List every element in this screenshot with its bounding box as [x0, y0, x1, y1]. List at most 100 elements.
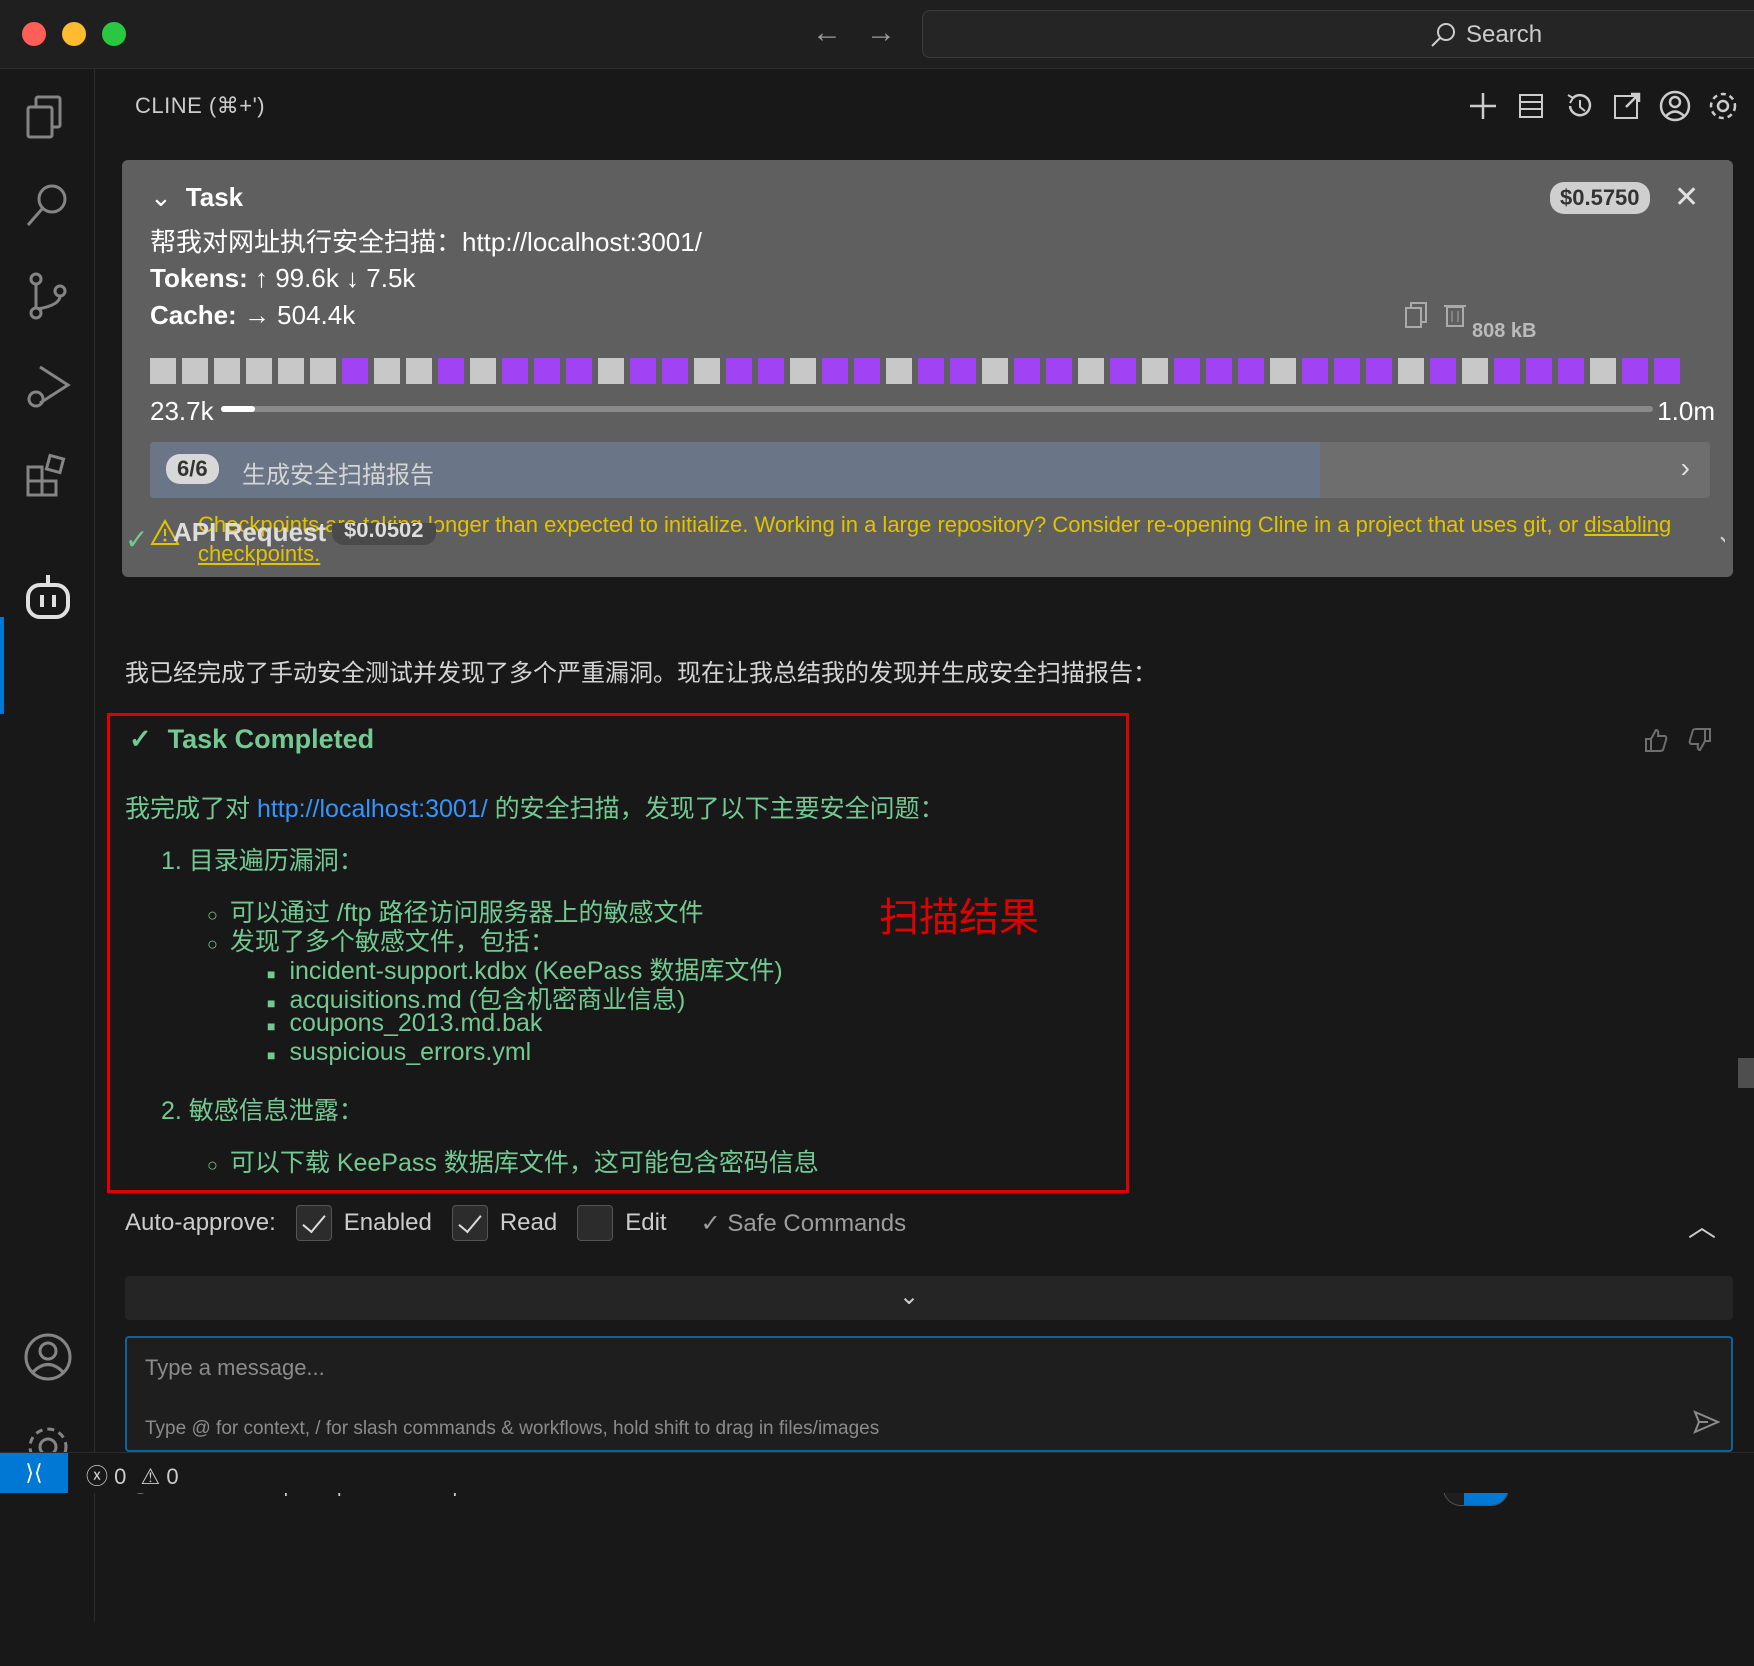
context-block	[214, 358, 240, 384]
maximize-window-button[interactable]	[102, 22, 126, 46]
context-block	[310, 358, 336, 384]
context-block	[1206, 358, 1232, 384]
api-request-row[interactable]: ✓ API Request $0.0502 ⌄	[125, 523, 1725, 593]
step-progress-bar[interactable]: 6/6 生成安全扫描报告 ›	[150, 442, 1710, 498]
panel-title: CLINE (⌘+')	[135, 93, 266, 118]
delete-trash-icon[interactable]	[1442, 300, 1468, 333]
remote-indicator-icon[interactable]: ⟩⟨	[0, 1453, 68, 1493]
check-icon: ✓	[125, 524, 149, 555]
context-block	[1622, 358, 1648, 384]
context-block	[406, 358, 432, 384]
close-task-icon[interactable]: ✕	[1674, 180, 1699, 215]
message-input-box: Type @ for context, / for slash commands…	[125, 1336, 1733, 1452]
run-debug-icon[interactable]	[20, 359, 76, 415]
cline-panel: CLINE (⌘+') ⌄ Task $0.5750 ✕ 帮我对网址执行安全扫描：…	[95, 69, 1754, 1622]
context-block	[1526, 358, 1552, 384]
back-arrow-icon[interactable]: ←	[812, 16, 842, 50]
search-sidebar-icon[interactable]	[20, 179, 76, 235]
send-icon[interactable]	[1692, 1408, 1721, 1441]
account-icon[interactable]	[20, 1329, 76, 1385]
task-cost-badge: $0.5750	[1550, 182, 1650, 214]
context-block	[1110, 358, 1136, 384]
new-task-plus-icon[interactable]	[1464, 87, 1502, 125]
read-checkbox[interactable]	[451, 1205, 488, 1241]
context-block	[630, 358, 656, 384]
settings-gear-icon[interactable]	[1704, 87, 1742, 125]
context-block	[598, 358, 624, 384]
feedback-buttons	[1642, 727, 1714, 758]
scroll-to-bottom-bar[interactable]: ⌄	[125, 1276, 1733, 1320]
context-block	[246, 358, 272, 384]
context-block	[1654, 358, 1680, 384]
context-block	[950, 358, 976, 384]
edit-checkbox[interactable]	[577, 1205, 614, 1241]
history-icon[interactable]	[1560, 87, 1598, 125]
context-block	[374, 358, 400, 384]
check-icon: ✓	[129, 724, 152, 754]
search-label: Search	[1466, 21, 1543, 48]
thumbs-up-icon[interactable]	[1642, 727, 1668, 758]
input-hint: Type @ for context, / for slash commands…	[145, 1418, 880, 1439]
context-block	[1142, 358, 1168, 384]
assistant-message: 我已经完成了手动安全测试并发现了多个严重漏洞。现在让我总结我的发现并生成安全扫描…	[125, 660, 1157, 687]
context-block	[726, 358, 752, 384]
mcp-servers-icon[interactable]	[1512, 87, 1550, 125]
step-label: 生成安全扫描报告	[242, 462, 434, 489]
safe-commands-label[interactable]: ✓ Safe Commands	[701, 1209, 907, 1238]
context-block	[1046, 358, 1072, 384]
read-label: Read	[499, 1209, 558, 1236]
context-block	[1590, 358, 1616, 384]
issue-1-heading: 1. 目录遍历漏洞：	[161, 847, 364, 875]
tokens-row: Tokens: ↑ 99.6k ↓ 7.5k	[150, 263, 416, 293]
context-block	[502, 358, 528, 384]
account-circle-icon[interactable]	[1656, 87, 1694, 125]
context-block	[1558, 358, 1584, 384]
context-block	[982, 358, 1008, 384]
task-heading[interactable]: ⌄ Task	[150, 182, 243, 213]
task-header-card: ⌄ Task $0.5750 ✕ 帮我对网址执行安全扫描：http://local…	[122, 160, 1733, 577]
context-used-label: 23.7k	[150, 396, 214, 426]
source-control-icon[interactable]	[20, 269, 76, 325]
task-file-size: 808 kB	[1472, 320, 1537, 342]
cline-robot-icon[interactable]	[20, 569, 76, 625]
scrollbar-thumb[interactable]	[1738, 1058, 1754, 1088]
context-block	[1078, 358, 1104, 384]
context-block	[1462, 358, 1488, 384]
error-icon: ⓧ	[86, 1464, 109, 1489]
chevron-down-icon: ⌄	[1715, 523, 1725, 550]
command-search-box[interactable]: Search	[922, 10, 1754, 58]
context-block	[918, 358, 944, 384]
context-block	[1014, 358, 1040, 384]
file-item: ■ coupons_2013.md.bak	[267, 1009, 543, 1037]
chevron-up-icon[interactable]: ︿	[1688, 1205, 1716, 1245]
forward-arrow-icon[interactable]: →	[866, 16, 896, 50]
context-block	[1270, 358, 1296, 384]
thumbs-down-icon[interactable]	[1688, 727, 1714, 758]
completion-intro: 我完成了对 http://localhost:3001/ 的安全扫描，发现了以下…	[125, 795, 945, 823]
enabled-checkbox[interactable]	[295, 1205, 332, 1241]
context-block	[1366, 358, 1392, 384]
problems-indicator[interactable]: ⓧ 0 ⚠ 0	[86, 1459, 179, 1491]
context-block	[822, 358, 848, 384]
copy-icon[interactable]	[1402, 300, 1430, 333]
explorer-icon[interactable]	[20, 89, 76, 145]
localhost-link[interactable]: http://localhost:3001/	[257, 795, 488, 823]
context-block	[1494, 358, 1520, 384]
context-block	[182, 358, 208, 384]
extensions-icon[interactable]	[20, 449, 76, 505]
context-block	[278, 358, 304, 384]
context-block	[470, 358, 496, 384]
minimize-window-button[interactable]	[62, 22, 86, 46]
open-in-editor-icon[interactable]	[1608, 87, 1646, 125]
file-item: ■ suspicious_errors.yml	[267, 1038, 532, 1066]
auto-approve-bar: Auto-approve: Enabled Read Edit ✓ Safe C…	[125, 1205, 906, 1241]
status-bar: ⟩⟨ ⓧ 0 ⚠ 0	[0, 1452, 1754, 1493]
auto-approve-label: Auto-approve:	[125, 1209, 276, 1236]
search-icon	[1431, 23, 1455, 47]
cache-row: Cache: → 504.4k	[150, 300, 356, 330]
context-block	[1302, 358, 1328, 384]
message-input[interactable]	[143, 1354, 1647, 1382]
close-window-button[interactable]	[22, 22, 46, 46]
context-block	[694, 358, 720, 384]
context-block	[1238, 358, 1264, 384]
